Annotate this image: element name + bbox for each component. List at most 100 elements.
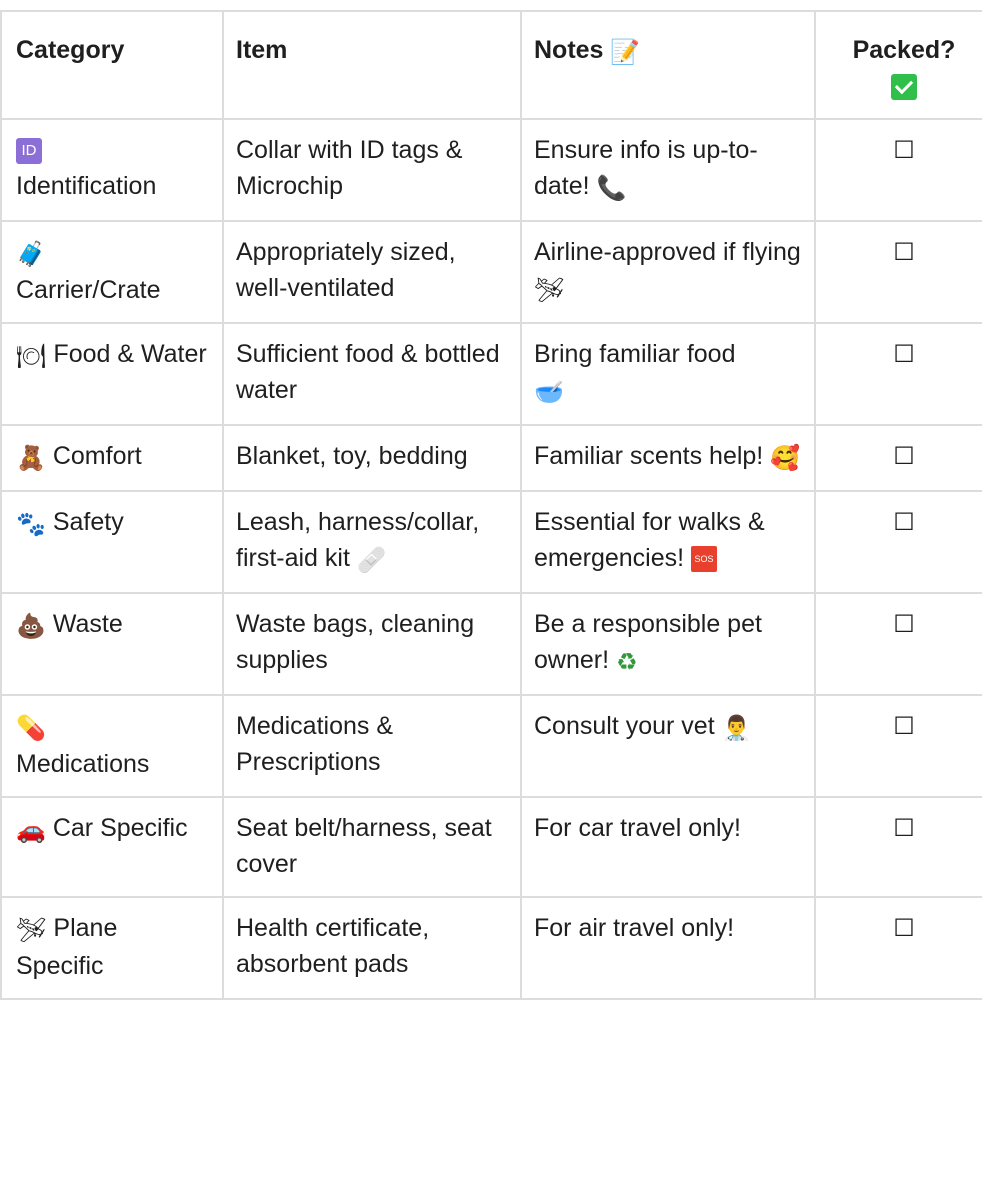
notes-cell: Consult your vet 👨‍⚕️ bbox=[520, 694, 816, 798]
category-cell: 💩 Waste bbox=[0, 592, 224, 696]
category-cell: 🧳 Carrier/Crate bbox=[0, 220, 224, 324]
notes-label: Essential for walks & emergencies! bbox=[534, 508, 765, 572]
category-label: Identification bbox=[16, 172, 157, 200]
notes-label: Consult your vet bbox=[534, 712, 715, 740]
category-cell: 🛩 Plane Specific bbox=[0, 896, 224, 1000]
luggage-icon: 🧳 bbox=[16, 240, 46, 268]
packing-checklist: Category Item Notes 📝 Packed? ID Identifi… bbox=[0, 10, 982, 1000]
pile-of-poo-icon: 💩 bbox=[16, 612, 46, 640]
header-packed: Packed? bbox=[814, 10, 982, 120]
table-row: 🛩 Plane Specific Health certificate, abs… bbox=[0, 896, 982, 1000]
notes-cell: Familiar scents help! 🥰 bbox=[520, 424, 816, 492]
health-worker-icon: 👨‍⚕️ bbox=[721, 714, 752, 742]
item-cell: Seat belt/harness, seat cover bbox=[222, 796, 522, 898]
packed-checkbox[interactable]: ☐ bbox=[893, 132, 915, 168]
table-row: 💊 Medications Medications & Prescriptions… bbox=[0, 694, 982, 798]
category-cell: 🐾 Safety bbox=[0, 490, 224, 594]
item-label: Sufficient food & bottled water bbox=[236, 340, 500, 404]
category-label: Car Specific bbox=[52, 814, 188, 842]
recycling-icon: ♻ bbox=[616, 648, 638, 676]
table-body: ID Identification Collar with ID tags & M… bbox=[0, 118, 982, 1000]
packed-checkbox[interactable]: ☐ bbox=[893, 438, 915, 474]
item-cell: Appropriately sized, well-ventilated bbox=[222, 220, 522, 324]
table-row: 🧸 Comfort Blanket, toy, bedding Familiar… bbox=[0, 424, 982, 492]
header-notes: Notes 📝 bbox=[520, 10, 816, 120]
category-label: Waste bbox=[52, 610, 123, 638]
notes-label: Be a responsible pet owner! bbox=[534, 610, 762, 674]
item-cell: Medications & Prescriptions bbox=[222, 694, 522, 798]
notes-label: Familiar scents help! bbox=[534, 442, 764, 470]
category-cell: 🚗 Car Specific bbox=[0, 796, 224, 898]
packed-cell: ☐ bbox=[814, 118, 982, 222]
notes-cell: Bring familiar food 🥣 bbox=[520, 322, 816, 426]
notes-cell: Be a responsible pet owner! ♻ bbox=[520, 592, 816, 696]
bowl-icon: 🥣 bbox=[534, 378, 564, 406]
category-cell: 💊 Medications bbox=[0, 694, 224, 798]
notes-label: For air travel only! bbox=[534, 914, 735, 942]
item-cell: Collar with ID tags & Microchip bbox=[222, 118, 522, 222]
header-category-label: Category bbox=[16, 36, 125, 64]
notes-cell: Ensure info is up-to-date! 📞 bbox=[520, 118, 816, 222]
category-label: Safety bbox=[52, 508, 124, 536]
category-cell: 🍽 Food & Water bbox=[0, 322, 224, 426]
header-packed-label: Packed? bbox=[852, 36, 956, 64]
check-mark-icon bbox=[891, 74, 917, 101]
packed-checkbox[interactable]: ☐ bbox=[893, 810, 915, 846]
paw-prints-icon: 🐾 bbox=[16, 510, 46, 538]
table-row: 🚗 Car Specific Seat belt/harness, seat c… bbox=[0, 796, 982, 898]
item-cell: Waste bags, cleaning supplies bbox=[222, 592, 522, 696]
category-label: Carrier/Crate bbox=[16, 276, 161, 304]
notes-label: Ensure info is up-to-date! bbox=[534, 136, 758, 200]
item-label: Medications & Prescriptions bbox=[236, 712, 394, 776]
checklist-table: Category Item Notes 📝 Packed? ID Identifi… bbox=[0, 10, 982, 1000]
pill-icon: 💊 bbox=[16, 714, 46, 742]
category-label: Comfort bbox=[52, 442, 142, 470]
item-label: Seat belt/harness, seat cover bbox=[236, 814, 492, 878]
table-row: 💩 Waste Waste bags, cleaning supplies Be… bbox=[0, 592, 982, 696]
packed-cell: ☐ bbox=[814, 220, 982, 324]
packed-cell: ☐ bbox=[814, 424, 982, 492]
notes-cell: For air travel only! bbox=[520, 896, 816, 1000]
notes-label: For car travel only! bbox=[534, 814, 742, 842]
notes-cell: For car travel only! bbox=[520, 796, 816, 898]
id-icon: ID bbox=[16, 138, 42, 165]
packed-checkbox[interactable]: ☐ bbox=[893, 234, 915, 270]
packed-cell: ☐ bbox=[814, 694, 982, 798]
packed-checkbox[interactable]: ☐ bbox=[893, 504, 915, 540]
packed-cell: ☐ bbox=[814, 796, 982, 898]
header-category: Category bbox=[0, 10, 224, 120]
car-icon: 🚗 bbox=[16, 816, 46, 844]
header-row: Category Item Notes 📝 Packed? bbox=[0, 10, 982, 120]
airplane-icon: 🛩 bbox=[16, 916, 47, 944]
packed-cell: ☐ bbox=[814, 490, 982, 594]
category-cell: ID Identification bbox=[0, 118, 224, 222]
teddy-bear-icon: 🧸 bbox=[16, 444, 46, 472]
item-label: Collar with ID tags & Microchip bbox=[236, 136, 463, 200]
header-item-label: Item bbox=[236, 36, 288, 64]
item-label: Health certificate, absorbent pads bbox=[236, 914, 430, 978]
notes-cell: Airline-approved if flying 🛩 bbox=[520, 220, 816, 324]
category-label: Medications bbox=[16, 750, 150, 778]
notes-label: Bring familiar food bbox=[534, 340, 736, 368]
notes-cell: Essential for walks & emergencies! SOS bbox=[520, 490, 816, 594]
memo-icon: 📝 bbox=[610, 38, 641, 66]
table-row: 🍽 Food & Water Sufficient food & bottled… bbox=[0, 322, 982, 426]
packed-checkbox[interactable]: ☐ bbox=[893, 708, 915, 744]
sos-icon: SOS bbox=[691, 546, 718, 573]
packed-cell: ☐ bbox=[814, 896, 982, 1000]
table-row: 🧳 Carrier/Crate Appropriately sized, well… bbox=[0, 220, 982, 324]
table-row: ID Identification Collar with ID tags & M… bbox=[0, 118, 982, 222]
item-cell: Sufficient food & bottled water bbox=[222, 322, 522, 426]
item-cell: Leash, harness/collar, first-aid kit 🩹 bbox=[222, 490, 522, 594]
item-label: Blanket, toy, bedding bbox=[236, 442, 468, 470]
category-cell: 🧸 Comfort bbox=[0, 424, 224, 492]
bandage-icon: 🩹 bbox=[356, 546, 387, 574]
packed-checkbox[interactable]: ☐ bbox=[893, 910, 915, 946]
item-label: Waste bags, cleaning supplies bbox=[236, 610, 475, 674]
packed-checkbox[interactable]: ☐ bbox=[893, 606, 915, 642]
plate-icon: 🍽 bbox=[16, 342, 47, 370]
header-item: Item bbox=[222, 10, 522, 120]
smiling-face-with-hearts-icon: 🥰 bbox=[770, 444, 801, 472]
packed-checkbox[interactable]: ☐ bbox=[893, 336, 915, 372]
item-label: Appropriately sized, well-ventilated bbox=[236, 238, 456, 302]
